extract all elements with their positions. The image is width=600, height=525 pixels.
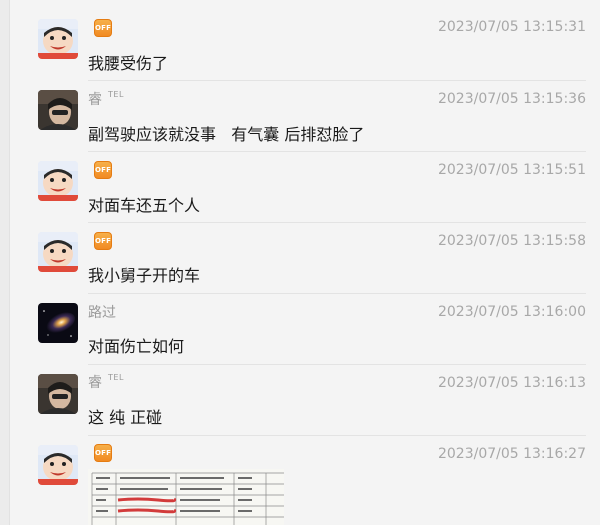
sender-row: 睿 TEL [88, 372, 124, 392]
message-timestamp: 2023/07/05 13:16:00 [437, 304, 586, 320]
sender-row: OFF [88, 18, 112, 38]
message-divider [88, 151, 586, 152]
sender-name: 路过 [88, 305, 116, 321]
message-text[interactable]: 我腰受伤了 [88, 50, 168, 74]
message-divider [88, 293, 586, 294]
cartoon-avatar-icon[interactable] [38, 161, 78, 201]
chat-message-list[interactable]: OFF 2023/07/05 13:15:31 我腰受伤了 睿 TEL 2023… [0, 0, 600, 525]
message-timestamp: 2023/07/05 13:16:13 [437, 375, 586, 391]
galaxy-avatar-icon[interactable] [38, 303, 78, 343]
message-timestamp: 2023/07/05 13:15:58 [437, 233, 586, 249]
message-divider [88, 80, 586, 81]
message-divider [88, 222, 586, 223]
sender-row: OFF [88, 231, 112, 251]
off-badge-icon: OFF [94, 19, 112, 37]
sender-name: 睿 [88, 92, 102, 108]
message-divider [88, 435, 586, 436]
message-timestamp: 2023/07/05 13:15:36 [437, 91, 586, 107]
message-divider [88, 364, 586, 365]
message-text[interactable]: 对面车还五个人 [88, 192, 200, 216]
person-photo-avatar-icon[interactable] [38, 90, 78, 130]
cartoon-avatar-icon[interactable] [38, 232, 78, 272]
cartoon-avatar-icon[interactable] [38, 19, 78, 59]
message-text[interactable]: 我小舅子开的车 [88, 262, 200, 286]
message-timestamp: 2023/07/05 13:16:27 [437, 446, 586, 462]
sender-row: OFF [88, 443, 112, 463]
message-text[interactable]: 对面伤亡如何 [88, 333, 184, 357]
off-badge-icon: OFF [94, 161, 112, 179]
cartoon-avatar-icon[interactable] [38, 445, 78, 485]
message-text[interactable]: 副驾驶应该就没事 有气囊 后排怼脸了 [88, 121, 364, 145]
tel-tag: TEL [108, 372, 124, 382]
sender-row: OFF [88, 160, 112, 180]
message-text[interactable]: 这 纯 正碰 [88, 404, 162, 428]
message-timestamp: 2023/07/05 13:15:51 [437, 162, 586, 178]
off-badge-icon: OFF [94, 444, 112, 462]
tel-tag: TEL [108, 89, 124, 99]
off-badge-icon: OFF [94, 232, 112, 250]
sender-row: 睿 TEL [88, 89, 124, 109]
sender-name: 睿 [88, 375, 102, 391]
person-photo-avatar-icon[interactable] [38, 374, 78, 414]
attached-document-photo[interactable] [88, 469, 284, 525]
sender-row: 路过 [88, 302, 116, 322]
message-timestamp: 2023/07/05 13:15:31 [437, 19, 586, 35]
